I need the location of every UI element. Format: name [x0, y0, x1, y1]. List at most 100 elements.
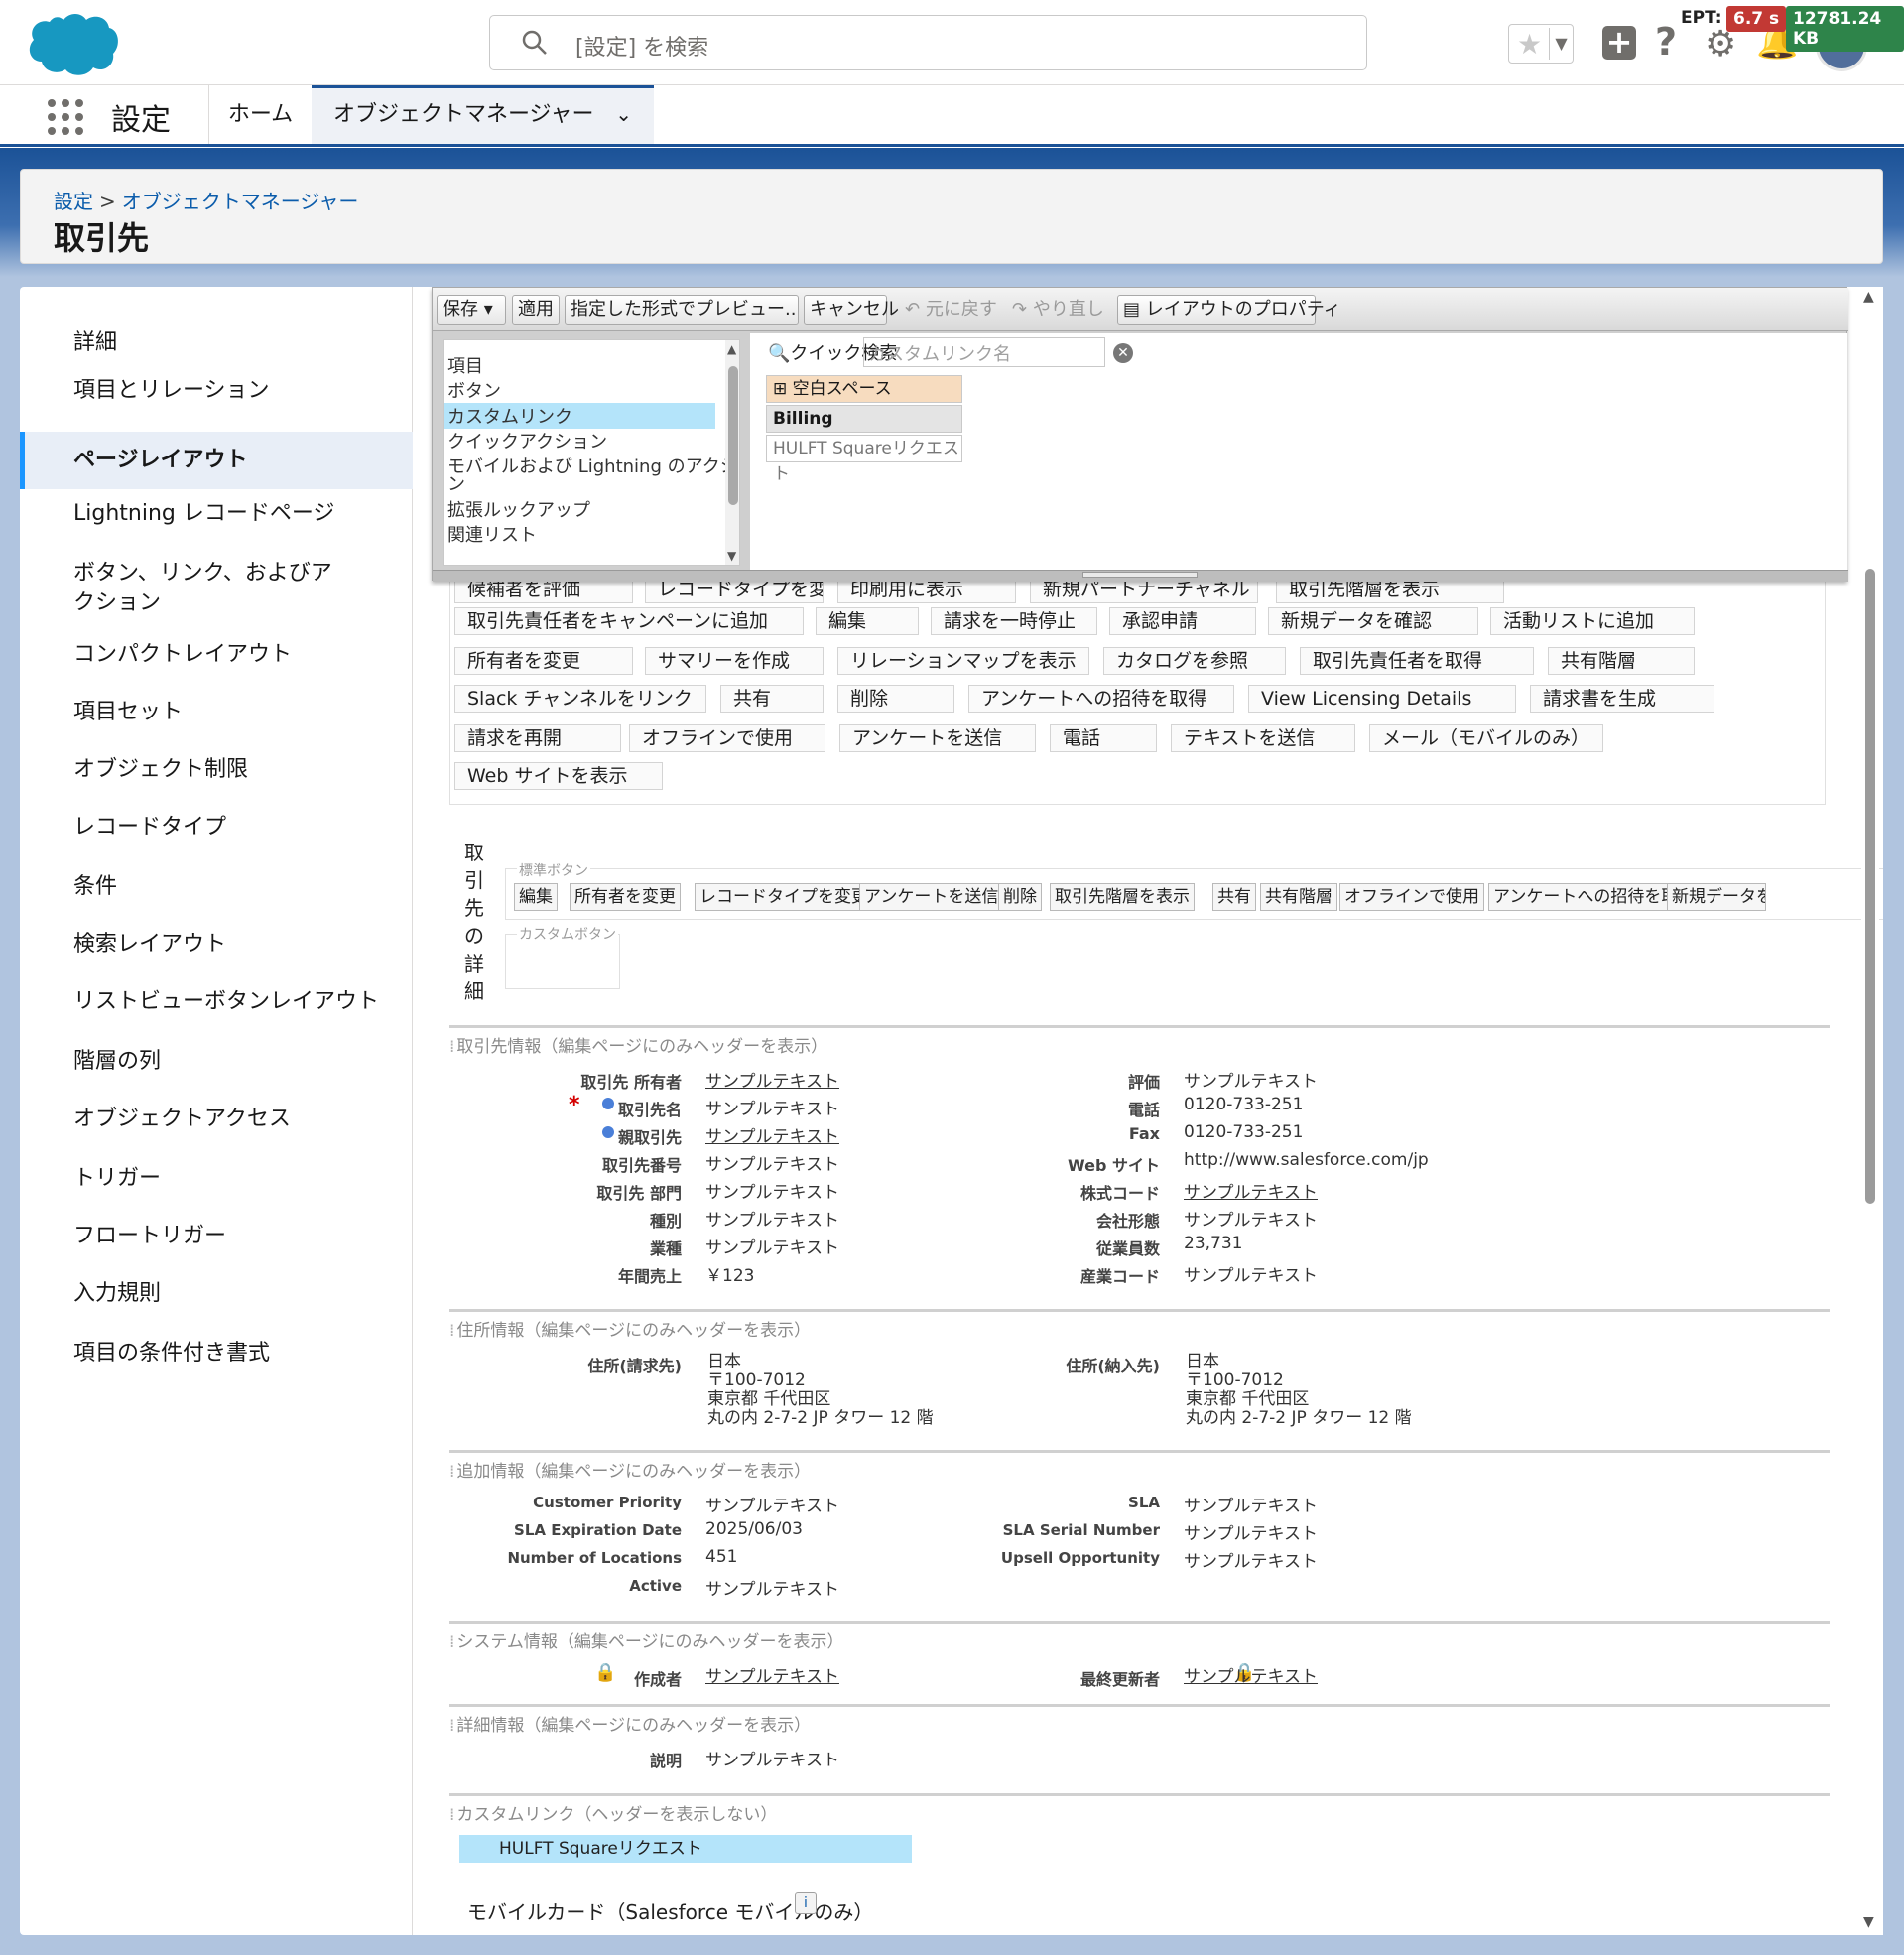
section-account-info[interactable]: ⁞ 取引先情報（編集ページにのみヘッダーを表示）	[449, 1025, 1830, 1057]
drag-handle-icon[interactable]: ⁞	[449, 1805, 454, 1825]
sidebar-item-lightning-pages[interactable]: Lightning レコードページ	[20, 499, 413, 529]
editor-scrollbar[interactable]: ▲ ▼	[1861, 287, 1879, 1935]
palette-button[interactable]: 取引先責任者を取得	[1300, 647, 1534, 675]
section-custom-links[interactable]: ⁞ カスタムリンク（ヘッダーを表示しない）	[449, 1793, 1830, 1825]
breadcrumb-object-manager-link[interactable]: オブジェクトマネージャー	[122, 190, 359, 213]
scroll-up-icon[interactable]: ▲	[1863, 289, 1874, 305]
shipping-address-value[interactable]: 日本 〒100-7012 東京都 千代田区 丸の内 2-7-2 JP タワー 1…	[1186, 1353, 1412, 1428]
standard-button[interactable]: 共有階層	[1260, 883, 1337, 911]
field-value[interactable]: サンプルテキスト	[1184, 1547, 1318, 1572]
field-value[interactable]: 451	[705, 1547, 737, 1567]
field-value[interactable]: サンプルテキスト	[1184, 1662, 1318, 1687]
field-value[interactable]: サンプルテキスト	[705, 1122, 839, 1147]
palette-category-custom-links[interactable]: カスタムリンク	[444, 403, 715, 429]
field-value[interactable]: サンプルテキスト	[705, 1206, 839, 1231]
field-value[interactable]: サンプルテキスト	[705, 1067, 839, 1092]
custom-link-item[interactable]: HULFT Squareリクエスト	[459, 1835, 912, 1863]
help-icon[interactable]: ?	[1655, 20, 1677, 64]
sidebar-item-conditional-formatting[interactable]: 項目の条件付き書式	[20, 1339, 413, 1368]
palette-button[interactable]: テキストを送信	[1171, 724, 1355, 752]
scrollbar-thumb[interactable]	[1865, 569, 1875, 1204]
palette-button[interactable]: 承認申請	[1109, 607, 1256, 635]
sidebar-item-validation-rules[interactable]: 入力規則	[20, 1279, 413, 1309]
standard-button[interactable]: オフラインで使用	[1339, 883, 1484, 911]
standard-button[interactable]: アンケートを送信	[859, 883, 1004, 911]
field-value[interactable]: サンプルテキスト	[705, 1178, 839, 1203]
standard-button[interactable]: 所有者を変更	[570, 883, 681, 911]
field-value[interactable]: サンプルテキスト	[1184, 1492, 1318, 1516]
section-address-info[interactable]: ⁞ 住所情報（編集ページにのみヘッダーを表示）	[449, 1309, 1830, 1341]
palette-button[interactable]: Web サイトを表示	[454, 762, 663, 790]
palette-list-scrollbar[interactable]: ▲ ▼	[725, 340, 739, 565]
sidebar-item-compact-layouts[interactable]: コンパクトレイアウト	[20, 640, 413, 670]
sidebar-item-object-limits[interactable]: オブジェクト制限	[20, 755, 413, 785]
palette-button[interactable]: 共有階層	[1548, 647, 1695, 675]
field-value[interactable]: ￥123	[705, 1261, 754, 1286]
palette-button[interactable]: 請求を一時停止	[931, 607, 1097, 635]
redo-button[interactable]: ↷ やり直し	[1006, 295, 1105, 325]
sidebar-item-object-access[interactable]: オブジェクトアクセス	[20, 1105, 413, 1134]
palette-item-blank-space[interactable]: ⊞ 空白スペース	[766, 375, 962, 403]
section-description-info[interactable]: ⁞ 詳細情報（編集ページにのみヘッダーを表示）	[449, 1704, 1830, 1736]
palette-button[interactable]: 電話	[1050, 724, 1157, 752]
palette-button[interactable]: 請求書を生成	[1530, 685, 1714, 713]
field-value[interactable]: http://www.salesforce.com/jp	[1184, 1150, 1429, 1170]
palette-category-related-lists[interactable]: 関連リスト	[447, 521, 537, 547]
palette-button[interactable]: Slack チャンネルをリンク	[454, 685, 706, 713]
field-value[interactable]: サンプルテキスト	[705, 1662, 839, 1687]
field-value[interactable]: サンプルテキスト	[705, 1095, 839, 1119]
resize-grip-icon[interactable]	[1082, 572, 1198, 578]
undo-button[interactable]: ↶ 元に戻す	[899, 295, 998, 325]
chevron-down-icon[interactable]: ⌄	[615, 88, 632, 141]
sidebar-item-search-layouts[interactable]: 検索レイアウト	[20, 930, 413, 960]
drag-handle-icon[interactable]: ⁞	[449, 1632, 454, 1652]
field-value[interactable]: サンプルテキスト	[705, 1575, 839, 1600]
billing-address-value[interactable]: 日本 〒100-7012 東京都 千代田区 丸の内 2-7-2 JP タワー 1…	[707, 1353, 934, 1428]
palette-button[interactable]: 編集	[816, 607, 919, 635]
palette-button[interactable]: サマリーを作成	[645, 647, 824, 675]
app-launcher-icon[interactable]	[48, 99, 83, 135]
sidebar-item-buttons-links-actions[interactable]: ボタン、リンク、およびアクション	[20, 559, 347, 618]
standard-button[interactable]: 共有	[1212, 883, 1256, 911]
palette-button[interactable]: 共有	[720, 685, 824, 713]
palette-button[interactable]: メール（モバイルのみ）	[1369, 724, 1603, 752]
palette-button[interactable]: 削除	[837, 685, 954, 713]
palette-button[interactable]: リレーションマップを表示	[837, 647, 1089, 675]
sidebar-item-fields[interactable]: 項目とリレーション	[20, 376, 413, 406]
drag-handle-icon[interactable]: ⁞	[449, 1037, 454, 1057]
drag-handle-icon[interactable]: ⁞	[449, 1321, 454, 1341]
tab-object-manager[interactable]: オブジェクトマネージャー ⌄	[312, 85, 654, 144]
scrollbar-thumb[interactable]	[728, 366, 738, 505]
scroll-down-icon[interactable]: ▼	[727, 549, 736, 563]
field-value[interactable]: サンプルテキスト	[705, 1150, 839, 1175]
sidebar-item-details[interactable]: 詳細	[20, 328, 413, 358]
palette-category-expanded-lookups[interactable]: 拡張ルックアップ	[447, 496, 590, 522]
tab-home[interactable]: ホーム	[208, 85, 312, 144]
sidebar-item-record-types[interactable]: レコードタイプ	[20, 813, 413, 843]
palette-item-billing[interactable]: Billing	[766, 405, 962, 433]
palette-button[interactable]: オフラインで使用	[629, 724, 825, 752]
field-value[interactable]: サンプルテキスト	[1184, 1261, 1318, 1286]
info-icon[interactable]: i	[795, 1892, 817, 1914]
sidebar-item-page-layouts[interactable]: ページレイアウト	[20, 432, 413, 489]
palette-category-buttons[interactable]: ボタン	[447, 377, 501, 403]
favorites-button[interactable]: ★ ▼	[1508, 24, 1574, 64]
chevron-down-icon[interactable]: ▼	[1549, 28, 1573, 60]
plus-icon[interactable]: +	[1602, 26, 1636, 60]
sidebar-item-field-sets[interactable]: 項目セット	[20, 698, 413, 727]
field-value[interactable]: サンプルテキスト	[1184, 1067, 1318, 1092]
scroll-up-icon[interactable]: ▲	[727, 342, 736, 356]
field-value[interactable]: サンプルテキスト	[705, 1492, 839, 1516]
layout-properties-button[interactable]: ▤ レイアウトのプロパティ	[1117, 295, 1341, 325]
palette-category-mobile-actions[interactable]: モバイルおよび Lightning のアクショ	[447, 453, 739, 478]
save-button[interactable]: 保存 ▾	[437, 295, 506, 325]
drag-handle-icon[interactable]: ⁞	[449, 1462, 454, 1482]
salesforce-logo[interactable]	[24, 10, 121, 77]
cancel-button[interactable]: キャンセル	[804, 295, 899, 325]
field-value[interactable]: サンプルテキスト	[1184, 1178, 1318, 1203]
palette-category-fields[interactable]: 項目	[447, 352, 483, 378]
palette-item-hulft-request[interactable]: HULFT Squareリクエスト	[766, 435, 962, 484]
preview-as-button[interactable]: 指定した形式でプレビュー... ▾	[565, 295, 799, 325]
sidebar-item-list-view-buttons[interactable]: リストビューボタンレイアウト	[20, 987, 413, 1017]
field-value[interactable]: 0120-733-251	[1184, 1095, 1303, 1114]
